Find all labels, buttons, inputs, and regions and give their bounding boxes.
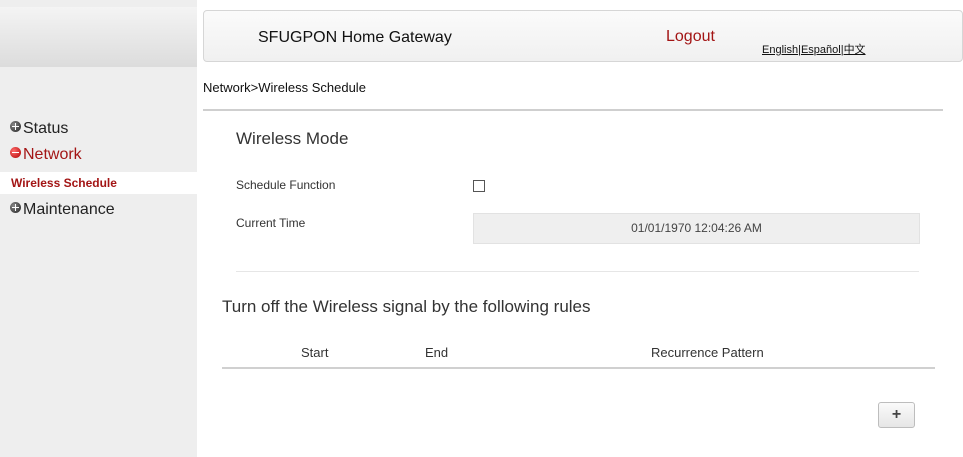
divider xyxy=(236,271,919,272)
plus-icon xyxy=(10,120,21,132)
language-chinese-link[interactable]: 中文 xyxy=(844,44,866,56)
schedule-function-label: Schedule Function xyxy=(236,178,336,192)
sidebar-item-label: Status xyxy=(23,120,69,137)
table-header-divider xyxy=(222,367,935,369)
sidebar-item-label: Network xyxy=(23,146,82,163)
sidebar-item-maintenance[interactable]: Maintenance xyxy=(10,201,115,219)
minus-icon xyxy=(10,146,21,158)
plus-icon xyxy=(10,201,21,213)
column-header-start: Start xyxy=(301,345,329,360)
breadcrumb: Network>Wireless Schedule xyxy=(203,80,366,95)
sidebar-item-network[interactable]: Network xyxy=(10,146,82,164)
language-english-link[interactable]: English xyxy=(762,44,798,56)
column-header-recurrence-pattern: Recurrence Pattern xyxy=(651,345,764,360)
column-header-end: End xyxy=(425,345,449,360)
sidebar-item-status[interactable]: Status xyxy=(10,120,68,138)
header-bar: SFUGPON Home Gateway Logout English|Espa… xyxy=(203,10,963,62)
logout-link[interactable]: Logout xyxy=(666,28,715,46)
sidebar-subitem-wireless-schedule[interactable]: Wireless Schedule xyxy=(0,172,197,194)
sidebar: Status Network Wireless Schedule Mainten… xyxy=(0,0,197,457)
rules-title: Turn off the Wireless signal by the foll… xyxy=(222,297,591,316)
current-time-label: Current Time xyxy=(236,216,306,230)
app-title: SFUGPON Home Gateway xyxy=(258,29,452,46)
language-switcher: English|Español|中文 xyxy=(762,41,866,57)
section-title-wireless-mode: Wireless Mode xyxy=(236,129,349,148)
schedule-function-checkbox[interactable] xyxy=(473,180,485,192)
sidebar-item-label: Maintenance xyxy=(23,201,115,218)
language-spanish-link[interactable]: Español xyxy=(801,44,841,56)
add-rule-button[interactable]: + xyxy=(878,402,915,428)
sidebar-logo-bar xyxy=(0,7,197,67)
current-time-field: 01/01/1970 12:04:26 AM xyxy=(473,213,920,244)
divider xyxy=(203,109,943,111)
